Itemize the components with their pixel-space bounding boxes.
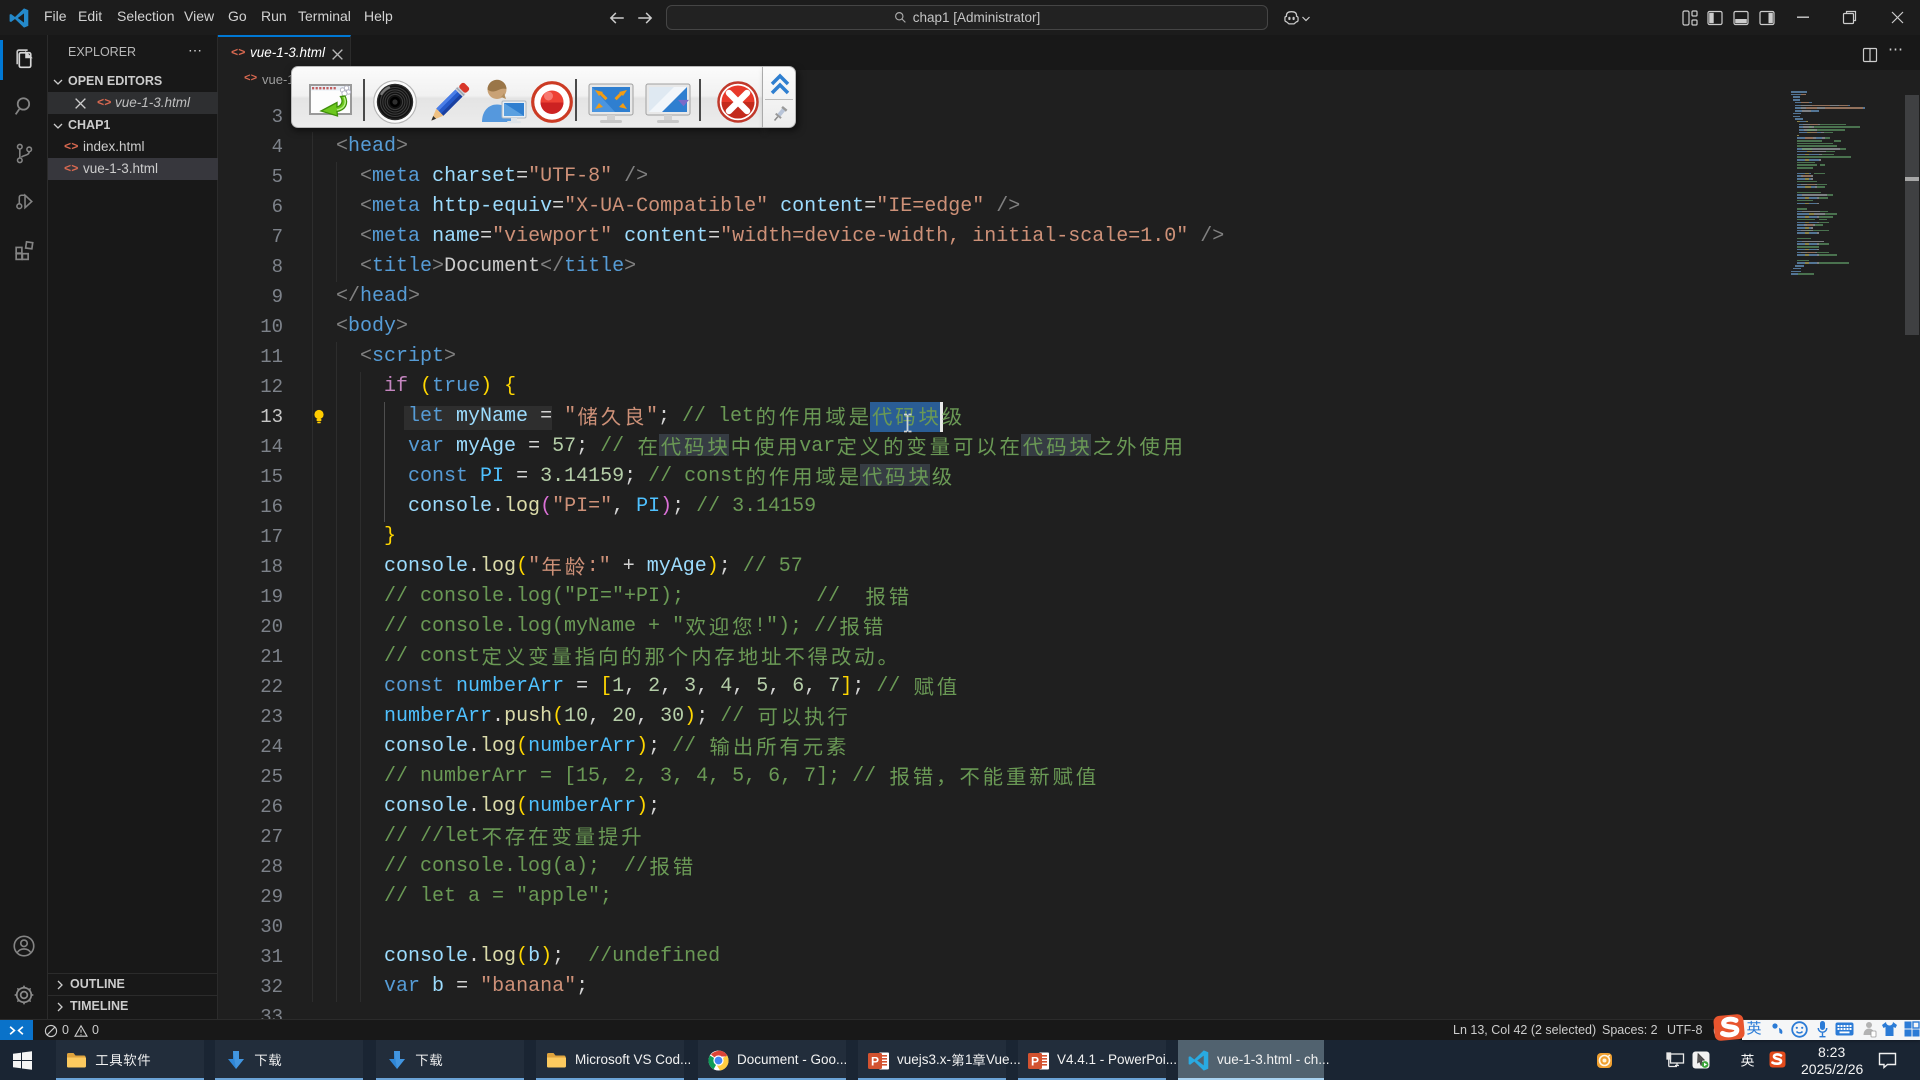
svg-text:P: P xyxy=(1031,1055,1039,1069)
svg-text:P: P xyxy=(871,1055,879,1069)
